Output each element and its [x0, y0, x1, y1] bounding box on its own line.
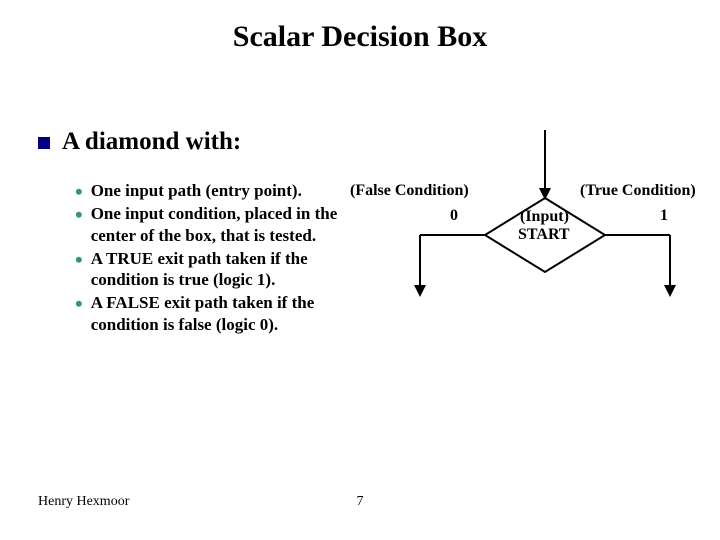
dot-bullet-icon: • [75, 183, 83, 200]
slide: Scalar Decision Box A diamond with: • On… [0, 0, 720, 540]
square-bullet-icon [38, 137, 50, 149]
decision-diagram: (False Condition) (True Condition) 0 1 (… [350, 130, 710, 310]
page-title: Scalar Decision Box [0, 20, 720, 54]
footer-page-number: 7 [0, 494, 720, 510]
list-item-text: A FALSE exit path taken if the condition… [91, 292, 365, 335]
list-item-text: A TRUE exit path taken if the condition … [91, 248, 365, 291]
start-label: START [518, 226, 570, 244]
dot-bullet-icon: • [75, 206, 83, 223]
heading-row: A diamond with: [38, 128, 241, 156]
list-item-text: One input path (entry point). [91, 180, 302, 201]
list-item-text: One input condition, placed in the cente… [91, 203, 365, 246]
true-condition-label: (True Condition) [580, 182, 696, 200]
list-item: • One input condition, placed in the cen… [75, 203, 365, 246]
one-label: 1 [660, 207, 668, 225]
heading-text: A diamond with: [62, 128, 241, 156]
arrowhead-down-icon [414, 285, 426, 297]
list-item: • One input path (entry point). [75, 180, 365, 201]
input-label: (Input) [520, 208, 569, 226]
arrowhead-down-icon [664, 285, 676, 297]
dot-bullet-icon: • [75, 295, 83, 312]
false-condition-label: (False Condition) [350, 182, 469, 200]
zero-label: 0 [450, 207, 458, 225]
list-item: • A TRUE exit path taken if the conditio… [75, 248, 365, 291]
sub-bullet-list: • One input path (entry point). • One in… [75, 180, 365, 337]
list-item: • A FALSE exit path taken if the conditi… [75, 292, 365, 335]
dot-bullet-icon: • [75, 251, 83, 268]
